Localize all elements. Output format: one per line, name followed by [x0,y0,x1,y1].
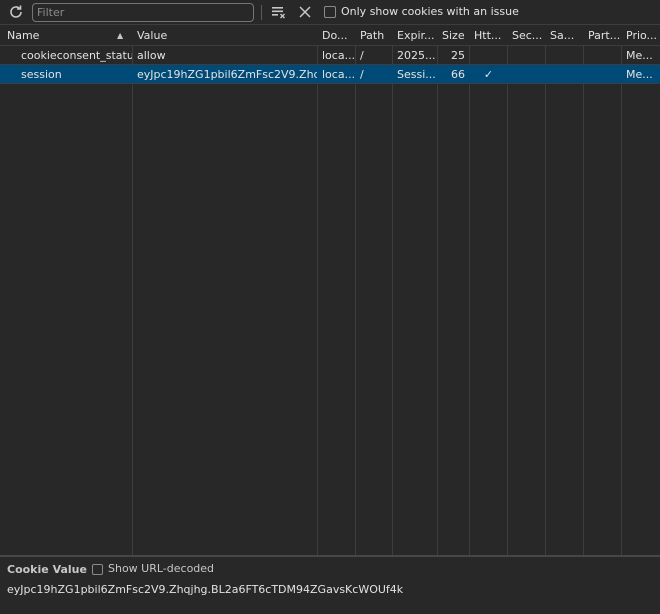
column-divider[interactable] [583,25,584,556]
sort-ascending-icon: ▲ [117,31,124,40]
cell-name: cookieconsent_status [21,49,132,62]
column-divider[interactable] [469,25,470,556]
cell-priority: Me... [626,49,653,62]
column-divider[interactable] [621,25,622,556]
header-httponly[interactable]: Htt... [470,26,507,45]
header-name[interactable]: Name [3,26,115,45]
cookie-value-title: Cookie Value [7,563,87,576]
cookies-table: Name ▲ Value Do... Path Expir... Size Ht… [0,25,660,556]
cell-partition [584,65,621,84]
header-secure[interactable]: Sec... [508,26,545,45]
table-row[interactable]: cookieconsent_status allow loca... / 202… [0,46,660,65]
cell-priority: Me... [626,68,653,81]
cell-expires: 2025... [397,49,436,62]
header-partition[interactable]: Part... [584,26,621,45]
column-divider[interactable] [507,25,508,556]
cell-httponly [470,46,507,65]
header-priority[interactable]: Prio... [622,26,660,45]
cell-expires: Sessi... [397,68,436,81]
header-path[interactable]: Path [356,26,392,45]
cell-path: / [360,49,364,62]
cell-domain: loca... [322,49,355,62]
header-value[interactable]: Value [133,26,317,45]
cookie-value-text[interactable]: eyJpc19hZG1pbil6ZmFsc2V9.Zhqjhg.BL2a6FT6… [7,583,403,596]
cell-path: / [360,68,364,81]
header-size[interactable]: Size [438,26,469,45]
cell-size: 66 [451,68,465,81]
close-icon[interactable] [297,3,313,21]
show-url-decoded-checkbox[interactable] [92,564,103,575]
cell-size: 25 [451,49,465,62]
column-divider[interactable] [355,25,356,556]
column-divider[interactable] [132,25,133,556]
column-divider[interactable] [317,25,318,556]
show-url-decoded-label: Show URL-decoded [108,562,215,575]
cell-domain: loca... [322,68,355,81]
header-samesite[interactable]: Sa... [546,26,583,45]
cell-secure [508,46,545,65]
cell-secure [508,65,545,84]
table-row-selected[interactable]: session eyJpc19hZG1pbil6ZmFsc2V9.Zhq... … [0,65,660,84]
filter-input[interactable] [32,3,254,22]
cell-partition [584,46,621,65]
cookies-toolbar: Only show cookies with an issue [0,0,660,25]
cell-value: eyJpc19hZG1pbil6ZmFsc2V9.Zhq... [137,68,317,81]
header-expires[interactable]: Expir... [393,26,437,45]
column-divider[interactable] [545,25,546,556]
cell-samesite [546,65,583,84]
only-issues-label: Only show cookies with an issue [341,5,519,18]
toolbar-divider [261,5,262,20]
header-domain[interactable]: Do... [318,26,355,45]
column-divider[interactable] [437,25,438,556]
column-divider[interactable] [392,25,393,556]
clear-filtered-icon[interactable] [270,3,288,21]
cell-httponly-check: ✓ [483,68,494,81]
refresh-icon[interactable] [7,3,25,21]
cookie-value-panel: Cookie Value Show URL-decoded eyJpc19hZG… [0,555,660,614]
cell-value: allow [137,49,166,62]
cell-name: session [21,68,62,81]
only-issues-checkbox[interactable] [324,6,336,18]
table-header: Name ▲ Value Do... Path Expir... Size Ht… [0,25,660,46]
cell-samesite [546,46,583,65]
